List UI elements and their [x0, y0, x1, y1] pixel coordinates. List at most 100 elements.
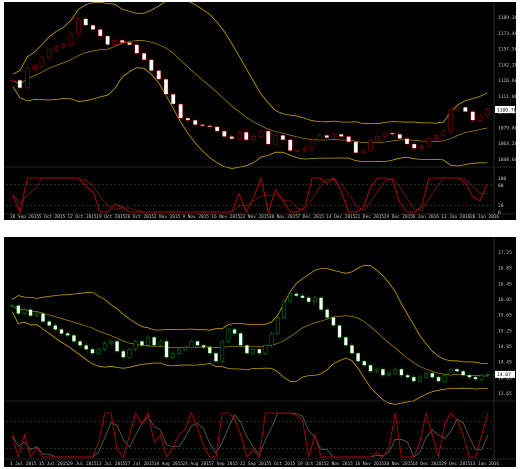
candle — [448, 368, 453, 376]
candle — [251, 349, 255, 354]
candle — [436, 376, 441, 382]
candle — [288, 139, 293, 151]
price-tick-label: 17.25 — [498, 250, 512, 256]
stoch-tick-label: 100 — [498, 176, 507, 182]
candle — [251, 136, 256, 140]
candle — [214, 353, 218, 362]
candle — [306, 297, 311, 302]
silver-chart[interactable]: SILVER,Daily 14.22 14.28 13.87 14.07 Sto… — [4, 237, 516, 467]
gold-stochastic-panel: 10080200 — [6, 176, 507, 216]
date-tick-label: 13 Jul 2015 — [96, 461, 125, 467]
date-tick-label: 20 Jan 2016 — [470, 214, 499, 220]
candle — [325, 309, 330, 318]
silver-stoch-header: Stoch(5,3,3) 71.5447 59.7651 — [7, 407, 100, 413]
date-tick-label: 19 Oct 2015 — [96, 214, 125, 220]
candle — [127, 42, 132, 45]
price-tick-label: 13.65 — [498, 391, 512, 397]
date-tick-label: 30 Nov 2015 — [384, 461, 413, 467]
candle — [78, 341, 83, 346]
candle — [90, 349, 95, 354]
date-tick-label: 29 Dec 2015 — [441, 461, 470, 467]
silver-chart-window[interactable]: SILVER,Daily 14.22 14.28 13.87 14.07 Sto… — [4, 237, 516, 467]
candle — [337, 325, 342, 338]
price-tick-label: 1157.50 — [498, 47, 516, 53]
candle — [266, 130, 271, 145]
date-tick-label: 24 Aug 2015 — [183, 461, 212, 467]
candle — [139, 341, 144, 346]
silver-price-panel — [10, 264, 490, 405]
candle — [17, 80, 23, 89]
candle — [346, 136, 351, 143]
bollinger-middle-line — [11, 305, 488, 377]
date-tick-label: 28 Sep 2015 — [10, 214, 39, 220]
candle — [22, 309, 27, 314]
candle — [232, 329, 237, 334]
candle — [479, 374, 484, 380]
candle — [41, 313, 45, 322]
candle — [300, 295, 305, 298]
price-tick-label: 14.45 — [498, 360, 512, 366]
candle — [47, 321, 52, 326]
candle — [141, 53, 147, 60]
candle — [158, 341, 163, 346]
candle — [183, 347, 187, 350]
candle — [356, 353, 360, 362]
candle — [176, 349, 181, 354]
candle — [343, 337, 348, 346]
price-tick-label: 1079.80 — [498, 125, 516, 131]
gold-chart[interactable]: GOLD,Daily 1088.80 1104.40 1092.30 1100.… — [4, 2, 516, 220]
candle — [163, 78, 169, 95]
price-tick-label: 1142.20 — [498, 62, 516, 68]
candle — [470, 111, 475, 121]
candle — [353, 141, 359, 153]
date-tick-label: 9 Nov 2015 — [183, 214, 210, 220]
price-tick-label: 1048.60 — [498, 157, 516, 163]
candle — [61, 44, 66, 48]
candle — [192, 120, 198, 125]
candle — [269, 333, 274, 346]
candle — [28, 309, 33, 316]
bollinger-lower-line — [12, 67, 488, 169]
candle — [146, 337, 150, 346]
price-tick-label: 14.85 — [498, 344, 512, 350]
candle — [65, 333, 70, 336]
price-tick-label: 16.05 — [498, 297, 512, 303]
date-tick-label: 14 Dec 2015 — [326, 214, 355, 220]
candle — [222, 130, 227, 137]
candle — [84, 345, 89, 350]
candle — [339, 134, 344, 137]
date-tick-label: 14 Dec 2015 — [413, 461, 442, 467]
candle — [220, 341, 225, 362]
price-tick-label: 1064.20 — [498, 141, 516, 147]
price-tick-label: 1173.40 — [498, 31, 516, 37]
candle — [455, 368, 459, 372]
candle — [236, 131, 242, 139]
candle — [178, 103, 183, 119]
candle — [442, 374, 447, 382]
candle — [105, 35, 110, 45]
candle — [170, 353, 175, 358]
date-tick-label: 12 Oct 2015 — [68, 214, 97, 220]
date-tick-label: 5 Oct 2015 — [39, 214, 66, 220]
date-tick-label: 23 Nov 2015 — [240, 214, 269, 220]
candle — [115, 341, 120, 352]
stoch-signal-line — [12, 177, 488, 213]
silver-price-axis: 17.25 16.85 16.45 16.05 15.65 15.25 14.85 14.45… — [495, 250, 515, 397]
gold-chart-window[interactable]: GOLD,Daily 1088.80 1104.40 1092.30 1100.… — [4, 2, 516, 220]
candle — [362, 360, 367, 366]
candle — [309, 139, 315, 149]
candle — [244, 345, 249, 354]
date-tick-label: 21 Sep 2015 — [240, 461, 269, 467]
candle — [34, 313, 39, 316]
price-tick-label: 1111.00 — [498, 94, 516, 100]
candle — [412, 143, 417, 149]
candle — [404, 138, 410, 145]
candle — [53, 325, 58, 330]
candle — [418, 376, 422, 382]
candle — [485, 109, 490, 117]
candle — [171, 94, 176, 105]
candle — [368, 140, 373, 151]
candle — [455, 107, 461, 110]
price-tick-label: 16.85 — [498, 266, 512, 272]
candle — [68, 33, 74, 45]
